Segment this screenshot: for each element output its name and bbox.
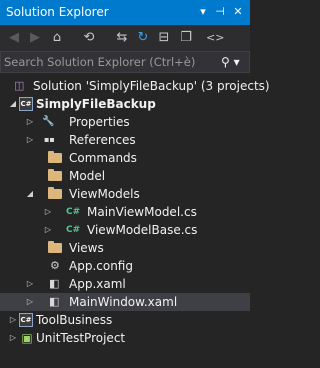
search-icon[interactable]: ⚲ ▾ — [221, 53, 247, 71]
tree-item-label: Commands — [69, 151, 137, 165]
tree-item-commands[interactable]: Commands — [0, 149, 250, 167]
tree-item-label: App.xaml — [69, 277, 126, 291]
toolbar: ◀ ▶ ⌂ ⟲ ⇆ ↻ ⊟ ❐ <> — [0, 25, 250, 51]
csharp-file-icon: C# — [66, 207, 81, 217]
xaml-file-icon: ◧ — [49, 295, 60, 308]
tree-item-label: MainWindow.xaml — [69, 295, 178, 309]
collapsed-arrow-icon[interactable]: ▷ — [25, 275, 35, 293]
tree-item-toolbusiness[interactable]: ▷ C# ToolBusiness — [0, 311, 250, 329]
tree-item-unittest[interactable]: ▷ ▣ UnitTestProject — [0, 329, 250, 347]
search-box: ⚲ ▾ — [0, 51, 250, 73]
code-icon[interactable]: <> — [206, 29, 224, 47]
home-icon[interactable]: ⌂ — [48, 29, 66, 47]
forward-icon[interactable]: ▶ — [26, 29, 44, 47]
tree-item-label: References — [69, 133, 136, 147]
folder-icon — [48, 151, 62, 163]
collapsed-arrow-icon[interactable]: ▷ — [25, 113, 35, 131]
test-project-icon: ▣ — [21, 331, 33, 345]
tree-item-label: ViewModels — [69, 187, 140, 201]
back-icon[interactable]: ◀ — [5, 29, 23, 47]
tree-item-appconfig[interactable]: ⚙ App.config — [0, 257, 250, 275]
pin-icon[interactable]: ⊣ — [213, 4, 227, 20]
collapsed-arrow-icon[interactable]: ▷ — [8, 311, 18, 329]
wrench-icon: 🔧 — [42, 116, 55, 127]
dropdown-icon[interactable]: ▾ — [196, 4, 210, 20]
collapsed-arrow-icon[interactable]: ▷ — [43, 221, 53, 239]
title-bar: Solution Explorer ▾ ⊣ ✕ — [0, 0, 250, 25]
tree-item-label: App.config — [69, 259, 133, 273]
tree-item-label: UnitTestProject — [36, 331, 126, 345]
tree-item-solution[interactable]: ◫ Solution 'SimplyFileBackup' (3 project… — [0, 77, 270, 95]
tree-item-properties[interactable]: ▷ 🔧 Properties — [0, 113, 250, 131]
solution-icon: ◫ — [14, 79, 25, 92]
refresh-icon[interactable]: ↻ — [134, 29, 152, 47]
tree-item-mainwindow[interactable]: ▷ ◧ MainWindow.xaml — [0, 293, 250, 311]
folder-open-icon — [48, 187, 62, 199]
csharp-project-icon: C# — [19, 97, 33, 111]
xaml-file-icon: ◧ — [49, 277, 60, 290]
folder-icon — [48, 169, 62, 181]
history-icon[interactable]: ⟲ — [80, 29, 98, 47]
panel-title: Solution Explorer — [6, 5, 109, 19]
csharp-project-icon: C# — [19, 313, 33, 327]
collapsed-arrow-icon[interactable]: ▷ — [25, 293, 35, 311]
search-input[interactable] — [4, 54, 218, 70]
csharp-file-icon: C# — [66, 225, 81, 235]
tree-item-label: MainViewModel.cs — [87, 205, 197, 219]
config-file-icon: ⚙ — [50, 259, 60, 272]
sync-icon[interactable]: ⇆ — [113, 29, 131, 47]
collapsed-arrow-icon[interactable]: ▷ — [8, 329, 18, 347]
expanded-arrow-icon[interactable]: ◢ — [25, 185, 35, 203]
tree-item-label: SimplyFileBackup — [36, 97, 156, 111]
tree-item-label: Solution 'SimplyFileBackup' (3 projects) — [33, 79, 270, 93]
close-icon[interactable]: ✕ — [231, 4, 245, 20]
tree-item-label: ToolBusiness — [36, 313, 113, 327]
collapsed-arrow-icon[interactable]: ▷ — [25, 131, 35, 149]
tree-item-views[interactable]: Views — [0, 239, 250, 257]
folder-icon — [48, 241, 62, 253]
expanded-arrow-icon[interactable]: ◢ — [8, 95, 18, 113]
tree-item-mainviewmodel[interactable]: ▷ C# MainViewModel.cs — [0, 203, 250, 221]
tree-item-viewmodelbase[interactable]: ▷ C# ViewModelBase.cs — [0, 221, 250, 239]
collapsed-arrow-icon[interactable]: ▷ — [43, 203, 53, 221]
tree-item-references[interactable]: ▷ ▪▪ References — [0, 131, 250, 149]
tree-item-model[interactable]: Model — [0, 167, 250, 185]
tree-item-label: Model — [69, 169, 106, 183]
tree-item-appxaml[interactable]: ▷ ◧ App.xaml — [0, 275, 250, 293]
collapse-all-icon[interactable]: ⊟ — [155, 29, 173, 47]
tree-item-label: Properties — [69, 115, 130, 129]
tree-item-label: ViewModelBase.cs — [87, 223, 198, 237]
references-icon: ▪▪ — [44, 135, 55, 144]
solution-tree: ◫ Solution 'SimplyFileBackup' (3 project… — [0, 77, 270, 347]
copy-icon[interactable]: ❐ — [177, 29, 195, 47]
tree-item-viewmodels[interactable]: ◢ ViewModels — [0, 185, 250, 203]
tree-item-project-main[interactable]: ◢ C# SimplyFileBackup — [0, 95, 250, 113]
tree-item-label: Views — [69, 241, 104, 255]
